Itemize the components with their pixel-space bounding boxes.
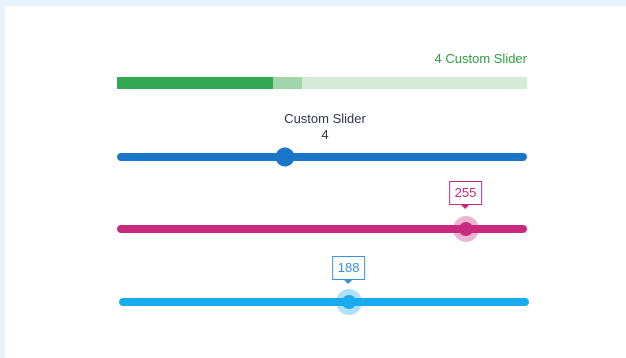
green-slider-label: 4 Custom Slider bbox=[434, 51, 527, 66]
magenta-slider-tooltip: 255 bbox=[448, 181, 483, 205]
magenta-slider-thumb[interactable] bbox=[458, 222, 473, 236]
green-slider-track[interactable] bbox=[117, 77, 527, 89]
blue-slider-thumb[interactable] bbox=[275, 147, 295, 167]
cyan-slider-tooltip: 188 bbox=[331, 256, 366, 280]
blue-slider-value: 4 bbox=[321, 127, 329, 142]
blue-slider-title: Custom Slider bbox=[284, 111, 366, 126]
cyan-slider-thumb[interactable] bbox=[341, 295, 356, 309]
cyan-slider-track[interactable] bbox=[119, 298, 529, 306]
blue-slider-track[interactable] bbox=[117, 153, 527, 161]
green-slider-fill bbox=[117, 77, 273, 89]
